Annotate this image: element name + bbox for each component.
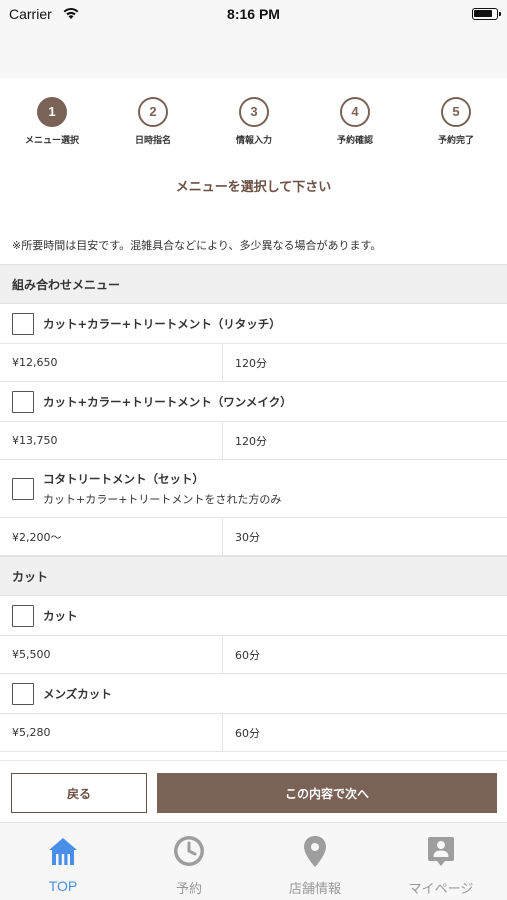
section-header: カット [0, 556, 507, 596]
tab-bar: TOP 予約 店舗情報 マイページ [0, 822, 507, 900]
duration-note: ※所要時間は目安です。混雑具合などにより、多少異なる場合があります。 [12, 239, 382, 252]
menu-item-name: カット+カラー+トリートメント（ワンメイク） [43, 394, 292, 409]
next-button[interactable]: この内容で次へ [157, 773, 497, 813]
menu-item[interactable]: カット+カラー+トリートメント（リタッチ） [0, 304, 507, 344]
section-header: 組み合わせメニュー [0, 264, 507, 304]
menu-checkbox[interactable] [12, 477, 34, 500]
tab-label: 店舗情報 [288, 882, 341, 897]
menu-item-details: ¥2,200〜 30分 [0, 518, 507, 556]
status-bar: Carrier 8:16 PM [0, 0, 507, 30]
menu-item-duration: 60分 [235, 726, 260, 740]
step-number: 4 [340, 97, 370, 127]
menu-item-details: ¥5,280 60分 [0, 714, 507, 752]
menu-item-duration: 120分 [235, 356, 267, 370]
clock-time: 8:16 PM [227, 6, 280, 22]
step-number: 3 [239, 97, 269, 127]
menu-checkbox[interactable] [12, 390, 34, 413]
menu-item[interactable]: メンズカット [0, 674, 507, 714]
map-pin-icon [304, 836, 326, 867]
menu-item-price: ¥13,750 [0, 422, 223, 459]
menu-item-price: ¥5,500 [0, 636, 223, 673]
home-icon [49, 838, 77, 865]
step-1: 1 メニュー選択 [2, 92, 102, 146]
back-button[interactable]: 戻る [11, 773, 147, 813]
tab-store-info[interactable]: 店舗情報 [252, 823, 378, 900]
progress-steps: 1 メニュー選択 2 日時指名 3 情報入力 4 予約確認 5 予約完了 [0, 92, 507, 156]
action-bar: 戻る この内容で次へ [0, 760, 507, 822]
menu-item-duration: 120分 [235, 434, 267, 448]
menu-item[interactable]: カット [0, 596, 507, 636]
step-label: 情報入力 [235, 136, 272, 146]
step-number: 2 [138, 97, 168, 127]
step-label: 予約確認 [336, 136, 373, 146]
menu-checkbox[interactable] [12, 604, 34, 627]
menu-item-price: ¥2,200〜 [0, 518, 223, 555]
menu-item-details: ¥13,750 120分 [0, 422, 507, 460]
page-heading: メニューを選択して下さい [175, 180, 332, 195]
step-label: メニュー選択 [24, 136, 79, 146]
menu-item[interactable]: コタトリートメント（セット） カット+カラー+トリートメントをされた方のみ [0, 460, 507, 518]
step-2: 2 日時指名 [103, 92, 203, 146]
menu-item-description: カット+カラー+トリートメントをされた方のみ [43, 492, 282, 506]
menu-item-duration: 30分 [235, 530, 260, 544]
menu-item-details: ¥12,650 120分 [0, 344, 507, 382]
tab-my-page[interactable]: マイページ [378, 823, 504, 900]
step-4: 4 予約確認 [305, 92, 405, 146]
step-number: 1 [37, 97, 67, 127]
menu-item-name: コタトリートメント（セット） [43, 471, 204, 486]
menu-item-name: メンズカット [43, 686, 112, 701]
step-number: 5 [441, 97, 471, 127]
menu-item-price: ¥12,650 [0, 344, 223, 381]
menu-checkbox[interactable] [12, 312, 34, 335]
tab-label: マイページ [408, 882, 474, 897]
menu-checkbox[interactable] [12, 682, 34, 705]
menu-list: 組み合わせメニュー カット+カラー+トリートメント（リタッチ） ¥12,650 … [0, 264, 507, 752]
menu-item-price: ¥5,280 [0, 714, 223, 751]
step-3: 3 情報入力 [204, 92, 304, 146]
step-label: 日時指名 [134, 136, 171, 146]
profile-badge-icon [428, 837, 454, 866]
clock-icon [174, 836, 204, 866]
step-label: 予約完了 [437, 136, 474, 146]
tab-top[interactable]: TOP [0, 823, 126, 900]
navigation-bar [0, 30, 507, 78]
tab-label: 予約 [175, 882, 202, 897]
tab-reservation[interactable]: 予約 [126, 823, 252, 900]
tab-label: TOP [48, 878, 78, 894]
step-5: 5 予約完了 [406, 92, 506, 146]
menu-item[interactable]: カット+カラー+トリートメント（ワンメイク） [0, 382, 507, 422]
menu-item-name: カット+カラー+トリートメント（リタッチ） [43, 316, 281, 331]
menu-item-details: ¥5,500 60分 [0, 636, 507, 674]
menu-item-name: カット [43, 608, 78, 623]
battery-icon [472, 8, 501, 20]
menu-item-duration: 60分 [235, 648, 260, 662]
